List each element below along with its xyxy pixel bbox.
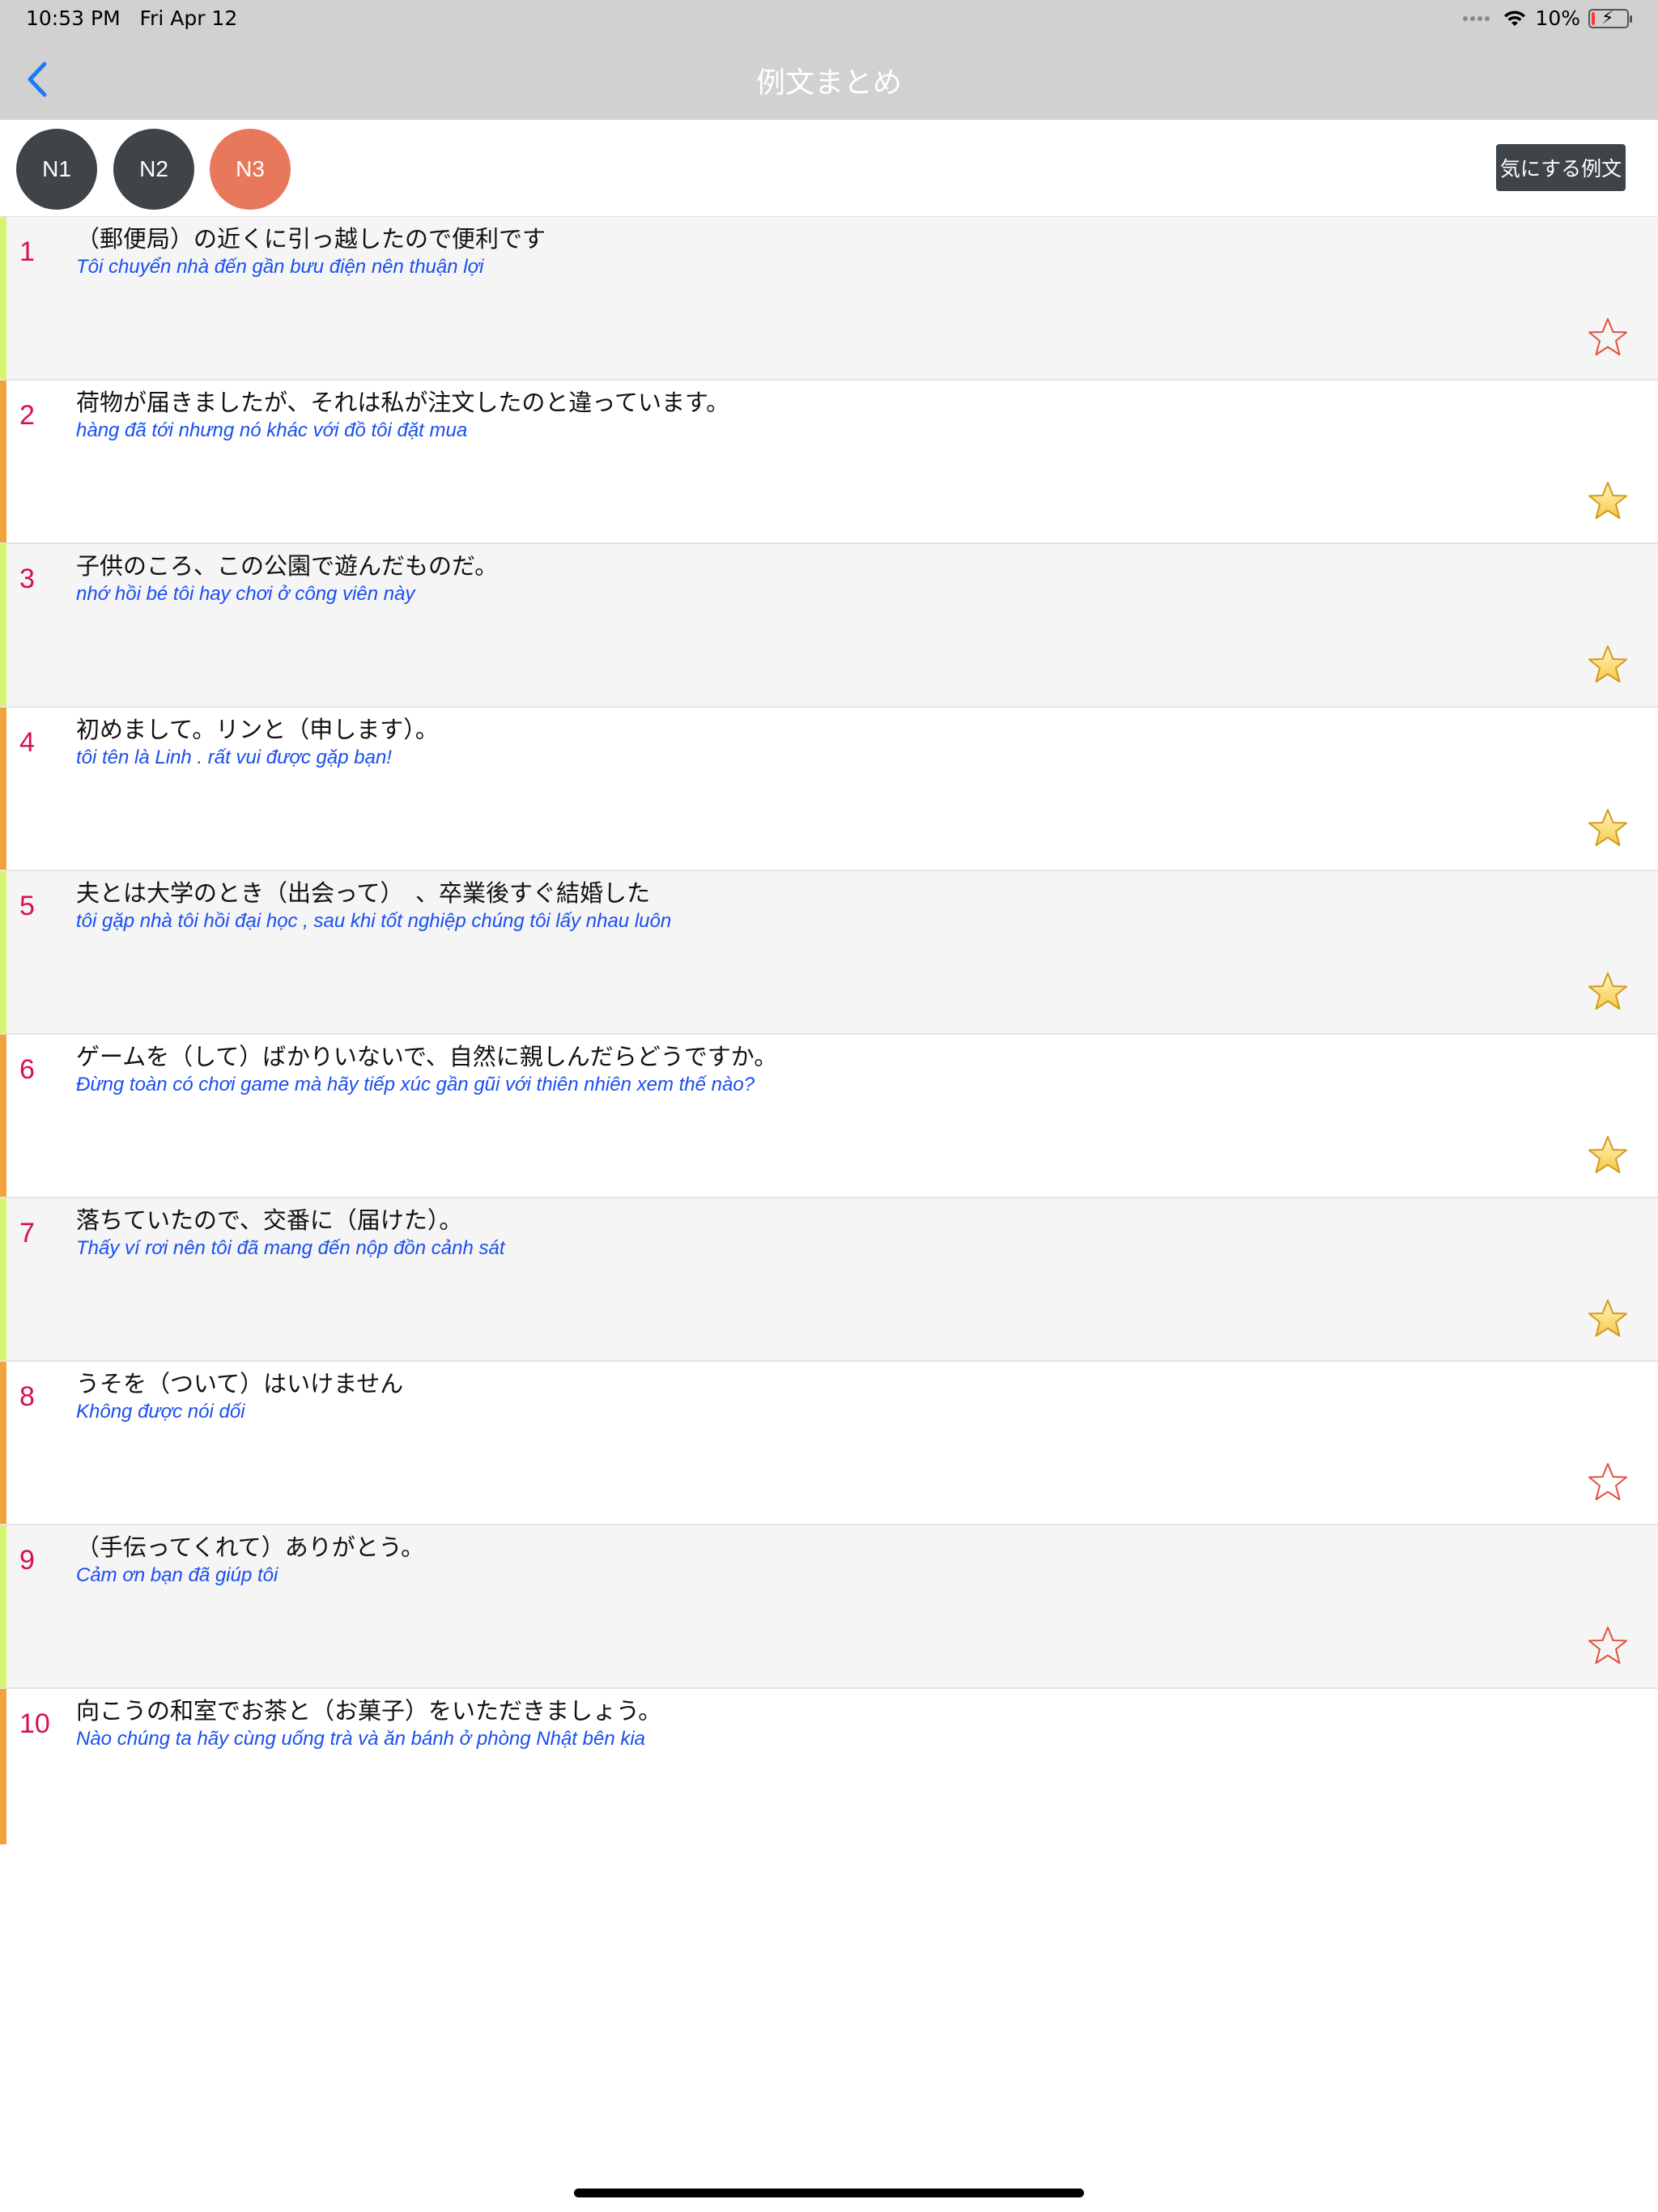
vietnamese-translation: tôi tên là Linh . rất vui được gặp bạn! — [76, 747, 392, 768]
row-color-stripe — [0, 217, 6, 379]
list-item[interactable]: 4 初めまして。リンと（申します）。 tôi tên là Linh . rất… — [0, 708, 1658, 871]
charging-bolt-icon: ⚡ — [1601, 7, 1614, 28]
star-filled-icon — [1588, 972, 1627, 1010]
sentence-number: 9 — [19, 1545, 35, 1576]
star-filled-icon — [1588, 482, 1627, 519]
japanese-sentence: 荷物が届きましたが、それは私が注文したのと違っています。 — [76, 389, 730, 416]
vietnamese-translation: hàng đã tới nhưng nó khác với đồ tôi đặt… — [76, 419, 468, 441]
list-item[interactable]: 1 （郵便局）の近くに引っ越したので便利です Tôi chuyển nhà đế… — [0, 217, 1658, 381]
status-indicators: 10% ⚡ — [1463, 6, 1632, 30]
row-color-stripe — [0, 1689, 6, 1844]
favorite-star-icon[interactable] — [1585, 1461, 1630, 1506]
wifi-icon — [1504, 10, 1526, 26]
level-n3-button[interactable]: N3 — [210, 129, 291, 210]
vietnamese-translation: Đừng toàn có chơi game mà hãy tiếp xúc g… — [76, 1074, 755, 1095]
favorite-star-icon[interactable] — [1585, 643, 1630, 688]
battery-percent: 10% — [1535, 6, 1580, 30]
favorite-star-icon[interactable] — [1585, 1297, 1630, 1342]
row-color-stripe — [0, 1198, 6, 1360]
sentence-number: 1 — [19, 236, 35, 267]
sentence-number: 7 — [19, 1218, 35, 1249]
sentence-number: 8 — [19, 1381, 35, 1412]
list-item[interactable]: 10 向こうの和室でお茶と（お菓子）をいただきましょう。 Nào chúng t… — [0, 1689, 1658, 1844]
star-outline-icon — [1588, 1627, 1627, 1664]
favorite-star-icon[interactable] — [1585, 806, 1630, 852]
cellular-signal-icon — [1463, 15, 1490, 21]
row-color-stripe — [0, 1362, 6, 1524]
star-filled-icon — [1588, 809, 1627, 846]
favorite-star-icon[interactable] — [1585, 1624, 1630, 1670]
list-item[interactable]: 2 荷物が届きましたが、それは私が注文したのと違っています。 hàng đã t… — [0, 381, 1658, 544]
vietnamese-translation: tôi gặp nhà tôi hồi đại học , sau khi tố… — [76, 910, 672, 932]
star-outline-icon — [1588, 318, 1627, 355]
japanese-sentence: （手伝ってくれて）ありがとう。 — [76, 1534, 425, 1561]
sentence-number: 6 — [19, 1054, 35, 1085]
sentence-number: 10 — [19, 1708, 50, 1739]
sentence-list: 1 （郵便局）の近くに引っ越したので便利です Tôi chuyển nhà đế… — [0, 217, 1658, 1844]
japanese-sentence: （郵便局）の近くに引っ越したので便利です — [76, 225, 546, 253]
row-color-stripe — [0, 1525, 6, 1687]
status-bar: 10:53 PM Fri Apr 12 10% ⚡ — [0, 0, 1658, 39]
row-color-stripe — [0, 871, 6, 1033]
star-filled-icon — [1588, 645, 1627, 683]
japanese-sentence: 落ちていたので、交番に（届けた）。 — [76, 1206, 463, 1234]
vietnamese-translation: Cảm ơn bạn đã giúp tôi — [76, 1564, 278, 1586]
list-item[interactable]: 6 ゲームを（して）ばかりいないで、自然に親しんだらどうですか。 Đừng to… — [0, 1035, 1658, 1198]
vietnamese-translation: Không được nói dối — [76, 1401, 245, 1423]
page-title: 例文まとめ — [755, 66, 902, 100]
clock-time: 10:53 PM — [26, 6, 121, 30]
list-item[interactable]: 3 子供のころ、この公園で遊んだものだ。 nhớ hồi bé tôi hay … — [0, 544, 1658, 708]
battery-icon: ⚡ — [1588, 7, 1632, 28]
japanese-sentence: うそを（ついて）はいけません — [76, 1370, 404, 1397]
japanese-sentence: 初めまして。リンと（申します）。 — [76, 716, 439, 743]
japanese-sentence: 子供のころ、この公園で遊んだものだ。 — [76, 552, 499, 580]
level-filter-bar: N1 N2 N3 気にする例文 — [0, 120, 1658, 217]
home-indicator[interactable] — [574, 2189, 1084, 2197]
level-n2-button[interactable]: N2 — [113, 129, 194, 210]
japanese-sentence: ゲームを（して）ばかりいないで、自然に親しんだらどうですか。 — [76, 1043, 778, 1070]
navigation-bar: 例文まとめ — [0, 39, 1658, 120]
japanese-sentence: 向こうの和室でお茶と（お菓子）をいただきましょう。 — [76, 1697, 662, 1725]
favorite-sentences-button[interactable]: 気にする例文 — [1496, 144, 1626, 191]
row-color-stripe — [0, 1035, 6, 1197]
level-n1-button[interactable]: N1 — [16, 129, 97, 210]
sentence-number: 2 — [19, 400, 35, 431]
star-filled-icon — [1588, 1136, 1627, 1173]
list-item[interactable]: 9 （手伝ってくれて）ありがとう。 Cảm ơn bạn đã giúp tôi — [0, 1525, 1658, 1689]
vietnamese-translation: Nào chúng ta hãy cùng uống trà và ăn bán… — [76, 1728, 646, 1750]
favorite-star-icon[interactable] — [1585, 479, 1630, 525]
favorite-star-icon[interactable] — [1585, 970, 1630, 1015]
vietnamese-translation: Thấy ví rơi nên tôi đã mang đến nộp đồn … — [76, 1237, 505, 1259]
japanese-sentence: 夫とは大学のとき（出会って） 、卒業後すぐ結婚した — [76, 879, 651, 907]
list-item[interactable]: 8 うそを（ついて）はいけません Không được nói dối — [0, 1362, 1658, 1525]
sentence-number: 3 — [19, 564, 35, 594]
row-color-stripe — [0, 381, 6, 542]
star-outline-icon — [1588, 1463, 1627, 1500]
sentence-number: 5 — [19, 891, 35, 921]
vietnamese-translation: Tôi chuyển nhà đến gần bưu điện nên thuậ… — [76, 256, 484, 278]
vietnamese-translation: nhớ hồi bé tôi hay chơi ở công viên này — [76, 583, 415, 605]
row-color-stripe — [0, 544, 6, 706]
status-time: 10:53 PM Fri Apr 12 — [26, 6, 237, 30]
sentence-number: 4 — [19, 727, 35, 758]
battery-level — [1592, 11, 1595, 25]
list-item[interactable]: 5 夫とは大学のとき（出会って） 、卒業後すぐ結婚した tôi gặp nhà … — [0, 871, 1658, 1035]
clock-date: Fri Apr 12 — [139, 6, 238, 30]
list-item[interactable]: 7 落ちていたので、交番に（届けた）。 Thấy ví rơi nên tôi … — [0, 1198, 1658, 1362]
favorite-star-icon[interactable] — [1585, 316, 1630, 361]
star-filled-icon — [1588, 1300, 1627, 1337]
favorite-star-icon[interactable] — [1585, 1134, 1630, 1179]
row-color-stripe — [0, 708, 6, 870]
